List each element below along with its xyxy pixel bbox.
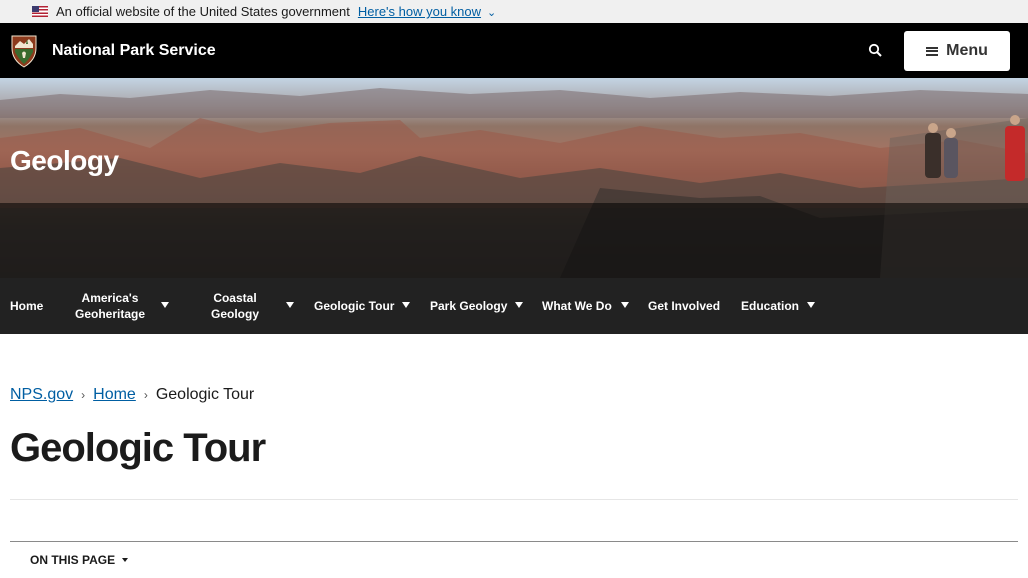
- page-title: Geologic Tour: [10, 426, 266, 470]
- hero-title-band: [0, 203, 1028, 278]
- nav-item-education[interactable]: Education: [741, 298, 799, 314]
- nav-item-get-involved[interactable]: Get Involved: [648, 298, 720, 314]
- heres-how-you-know-link[interactable]: Here's how you know: [358, 4, 481, 19]
- nav-item-geologic-tour[interactable]: Geologic Tour: [314, 298, 394, 314]
- on-this-page-label: ON THIS PAGE: [30, 553, 116, 567]
- site-name[interactable]: National Park Service: [52, 42, 216, 60]
- us-flag-icon: [32, 6, 48, 17]
- menu-button[interactable]: Menu: [904, 31, 1010, 71]
- nav-item-americas-geoheritage[interactable]: America's Geoheritage: [66, 290, 154, 322]
- caret-down-icon[interactable]: [807, 302, 815, 308]
- hero-title[interactable]: Geology: [10, 145, 119, 177]
- caret-down-icon[interactable]: [286, 302, 294, 308]
- search-icon[interactable]: [866, 41, 886, 61]
- hamburger-icon: [926, 46, 939, 56]
- chevron-right-icon: ›: [81, 388, 86, 402]
- divider: [10, 499, 1018, 500]
- chevron-right-icon: ›: [143, 388, 148, 402]
- caret-down-icon[interactable]: [161, 302, 169, 308]
- gov-banner-text: An official website of the United States…: [56, 4, 350, 19]
- gov-banner: An official website of the United States…: [0, 0, 1028, 23]
- site-header: National Park Service Menu: [0, 23, 1028, 78]
- caret-down-icon[interactable]: [515, 302, 523, 308]
- divider: [10, 541, 1018, 542]
- nav-item-home[interactable]: Home: [10, 298, 43, 314]
- breadcrumb-current: Geologic Tour: [155, 386, 255, 403]
- breadcrumb: NPS.gov › Home › Geologic Tour: [10, 386, 254, 404]
- caret-down-icon[interactable]: [402, 302, 410, 308]
- hero-banner: [0, 78, 1028, 278]
- breadcrumb-link-home[interactable]: Home: [93, 386, 136, 404]
- on-this-page-toggle[interactable]: ON THIS PAGE: [30, 553, 129, 567]
- section-nav: Home America's Geoheritage Coastal Geolo…: [0, 278, 1028, 334]
- nav-item-park-geology[interactable]: Park Geology: [430, 298, 507, 314]
- caret-down-icon: [122, 558, 129, 562]
- chevron-down-icon[interactable]: ⌄: [487, 6, 496, 19]
- breadcrumb-link-nps[interactable]: NPS.gov: [10, 386, 73, 404]
- nav-item-what-we-do[interactable]: What We Do: [542, 298, 612, 314]
- nav-item-coastal-geology[interactable]: Coastal Geology: [200, 290, 270, 322]
- menu-button-label: Menu: [946, 42, 988, 59]
- caret-down-icon[interactable]: [621, 302, 629, 308]
- nps-arrowhead-logo[interactable]: [10, 34, 38, 68]
